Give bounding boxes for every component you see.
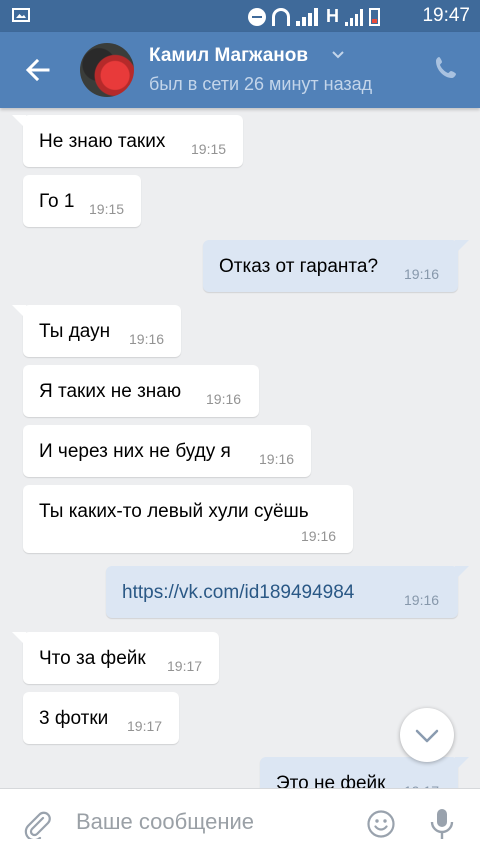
contact-status: был в сети 26 минут назад xyxy=(149,74,373,94)
message-input[interactable]: Ваше сообщение xyxy=(76,809,254,835)
gallery-notification-icon xyxy=(12,8,30,22)
message-text: Отказ от гаранта? xyxy=(219,256,379,277)
avatar[interactable] xyxy=(80,43,134,97)
do-not-disturb-icon xyxy=(248,7,266,26)
phone-icon[interactable] xyxy=(432,54,460,82)
paperclip-icon[interactable] xyxy=(22,809,52,839)
message-bubble[interactable]: Не знаю таких 19:15 xyxy=(23,115,243,167)
battery-icon xyxy=(369,7,380,26)
message-text: И через них не буду я xyxy=(39,441,231,462)
message-time: 19:16 xyxy=(404,266,440,282)
message-time: 19:16 xyxy=(129,331,165,347)
message-link[interactable]: https://vk.com/id189494984 xyxy=(122,582,354,604)
message-text: 3 фотки xyxy=(39,708,109,729)
arrow-left-icon[interactable] xyxy=(22,54,54,86)
message-bubble[interactable]: 3 фотки 19:17 xyxy=(23,692,179,744)
message-text: Ты каких-то левый хули суёшь xyxy=(39,501,309,522)
message-bubble[interactable]: Отказ от гаранта? 19:16 xyxy=(203,240,458,292)
message-text: Го 1 xyxy=(39,191,75,212)
chat-header: Камил Магжанов был в сети 26 минут назад xyxy=(0,32,480,108)
message-bubble[interactable]: Что за фейк 19:17 xyxy=(23,632,219,684)
message-time: 19:16 xyxy=(301,528,337,544)
message-text: Я таких не знаю xyxy=(39,381,182,402)
message-bubble[interactable]: Я таких не знаю 19:16 xyxy=(23,365,259,417)
scroll-down-button[interactable] xyxy=(400,708,454,762)
message-bubble[interactable]: И через них не буду я 19:16 xyxy=(23,425,311,477)
contact-name[interactable]: Камил Магжанов xyxy=(149,45,308,67)
message-text: Не знаю таких xyxy=(39,131,166,152)
message-time: 19:16 xyxy=(206,391,242,407)
signal-secondary-icon xyxy=(345,8,363,26)
message-text: Что за фейк xyxy=(39,648,146,669)
smiley-icon[interactable] xyxy=(366,809,396,839)
message-composer: Ваше сообщение xyxy=(0,788,480,855)
status-time: 19:47 xyxy=(422,5,470,26)
headphones-icon xyxy=(272,7,290,26)
message-time: 19:17 xyxy=(167,658,203,674)
message-bubble[interactable]: Ты даун 19:16 xyxy=(23,305,181,357)
status-bar: H 19:47 xyxy=(0,0,480,32)
status-icons: H xyxy=(248,6,380,27)
microphone-icon[interactable] xyxy=(428,807,456,841)
message-time: 19:15 xyxy=(191,141,227,157)
message-time: 19:16 xyxy=(259,451,295,467)
chevron-down-icon[interactable] xyxy=(330,46,346,62)
signal-icon xyxy=(296,7,320,26)
message-time: 19:16 xyxy=(404,592,440,608)
message-bubble[interactable]: Го 1 19:15 xyxy=(23,175,141,227)
message-bubble[interactable]: https://vk.com/id189494984 19:16 xyxy=(106,566,458,618)
message-text: Ты даун xyxy=(39,321,111,342)
message-time: 19:17 xyxy=(127,718,163,734)
message-time: 19:15 xyxy=(89,201,125,217)
network-type-label: H xyxy=(326,6,339,26)
message-bubble[interactable]: Ты каких-то левый хули суёшь 19:16 xyxy=(23,485,353,553)
chevron-down-icon xyxy=(415,729,439,743)
